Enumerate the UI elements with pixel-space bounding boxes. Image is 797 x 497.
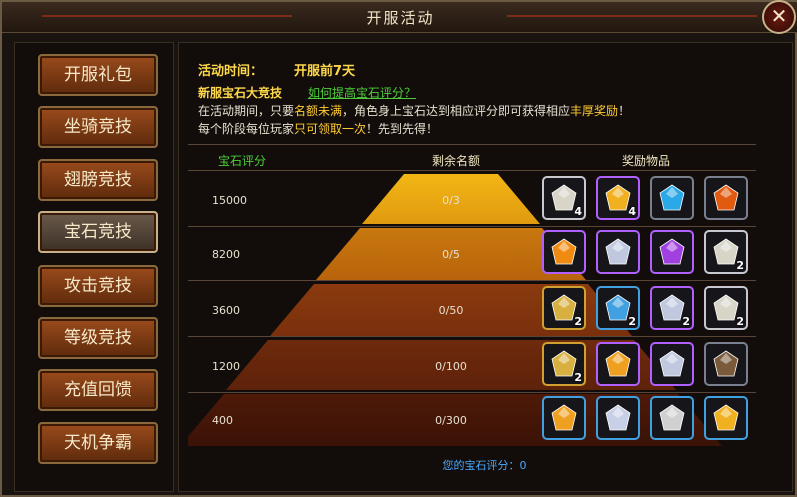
row-divider	[188, 336, 756, 337]
reward-count: 2	[736, 315, 744, 328]
reward-slot[interactable]	[650, 342, 694, 386]
silver-crystal-icon	[605, 404, 631, 431]
orange-crystal-icon	[605, 350, 631, 377]
menu-button[interactable]: 天机争霸	[38, 422, 158, 464]
purple-crystal-icon	[659, 238, 685, 265]
rule-text: ！先到先得！	[366, 122, 439, 136]
row-remaining: 0/100	[435, 360, 467, 373]
header-rewards: 奖励物品	[622, 154, 671, 168]
menu-button[interactable]: 攻击竞技	[38, 265, 158, 307]
divider	[188, 170, 756, 171]
window-title: 开服活动	[366, 9, 435, 27]
reward-slot[interactable]	[650, 396, 694, 440]
silver-crystal-icon	[659, 350, 685, 377]
rule-text: ，角色身上宝石达到相应评分即可获得相应	[342, 104, 571, 118]
time-value: 开服前7天	[294, 64, 356, 79]
row-score: 1200	[212, 360, 240, 373]
reward-slot[interactable]	[542, 396, 586, 440]
rule-text: 在活动期间，只要	[198, 104, 295, 118]
row-divider	[188, 226, 756, 227]
row-score: 15000	[212, 194, 247, 207]
gem-score-footer: 您的宝石评分：0	[442, 459, 527, 472]
blue-diamond-icon	[659, 184, 685, 211]
event-title: 新服宝石大竞技	[198, 86, 283, 100]
orange-crystal-icon	[551, 238, 577, 265]
rule-line-2: 每个阶段每位玩家只可领取一次！先到先得！	[198, 120, 438, 137]
bronze-teapot-icon	[713, 350, 739, 377]
rule-highlight: 名额未满	[294, 104, 343, 118]
reward-slot[interactable]	[542, 230, 586, 274]
reward-count: 2	[574, 315, 582, 328]
menu-button[interactable]: 坐骑竞技	[38, 106, 158, 148]
menu-button[interactable]: 等级竞技	[38, 317, 158, 359]
reward-slot[interactable]	[704, 396, 748, 440]
gold-ingot-icon	[713, 404, 739, 431]
menu-button[interactable]: 充值回馈	[38, 369, 158, 411]
row-remaining: 0/5	[442, 248, 460, 261]
menu-button[interactable]: 翅膀竞技	[38, 159, 158, 201]
menu-button[interactable]: 开服礼包	[38, 54, 158, 96]
reward-count: 2	[574, 371, 582, 384]
row-divider	[188, 392, 756, 393]
reward-count: 4	[574, 205, 582, 218]
activity-window: 开服活动 ✕ 开服礼包 坐骑竞技 翅膀竞技 宝石竞技 攻击竞技 等级竞技 充值回馈 天机争霸 …	[0, 0, 797, 497]
reward-slot[interactable]	[650, 176, 694, 220]
rule-line-1: 在活动期间，只要名额未满，角色身上宝石达到相应评分即可获得相应丰厚奖励！	[198, 102, 630, 119]
reward-count: 2	[736, 259, 744, 272]
fire-golem-icon	[713, 184, 739, 211]
reward-slot[interactable]	[596, 230, 640, 274]
title-bar: 开服活动	[2, 2, 797, 33]
reward-slot[interactable]	[704, 176, 748, 220]
reward-slot[interactable]	[650, 230, 694, 274]
menu-button[interactable]: 宝石竞技	[38, 211, 158, 253]
reward-slot[interactable]: 4	[596, 176, 640, 220]
rule-text: ！	[618, 104, 631, 118]
silver-crystal-icon	[605, 238, 631, 265]
help-link[interactable]: 如何提高宝石评分？	[308, 84, 416, 101]
reward-slot[interactable]: 4	[542, 176, 586, 220]
row-remaining: 0/300	[435, 414, 467, 427]
rule-highlight: 只可领取一次	[294, 122, 367, 136]
reward-slot[interactable]: 2	[704, 230, 748, 274]
reward-count: 2	[682, 315, 690, 328]
reward-slot[interactable]: 2	[596, 286, 640, 330]
reward-slot[interactable]: 2	[542, 342, 586, 386]
reward-slot[interactable]	[596, 396, 640, 440]
header-remaining: 剩余名额	[432, 154, 481, 168]
time-label: 活动时间：	[198, 64, 264, 79]
row-score: 400	[212, 414, 233, 427]
reward-slot[interactable]: 2	[650, 286, 694, 330]
reward-slot[interactable]: 2	[542, 286, 586, 330]
orange-crystal-icon	[551, 404, 577, 431]
row-divider	[188, 280, 756, 281]
reward-count: 4	[628, 205, 636, 218]
rule-highlight: 丰厚奖励	[570, 104, 619, 118]
row-remaining: 0/50	[438, 304, 464, 317]
row-score: 8200	[212, 248, 240, 261]
rule-text: 每个阶段每位玩家	[198, 122, 295, 136]
row-remaining: 0/3	[442, 194, 460, 207]
silver-ingot-icon	[659, 404, 685, 431]
reward-count: 2	[628, 315, 636, 328]
header-score: 宝石评分	[218, 154, 267, 168]
row-score: 3600	[212, 304, 240, 317]
reward-slot[interactable]	[596, 342, 640, 386]
reward-slot[interactable]: 2	[704, 286, 748, 330]
close-button[interactable]: ✕	[762, 0, 796, 34]
divider	[188, 144, 756, 145]
reward-slot[interactable]	[704, 342, 748, 386]
